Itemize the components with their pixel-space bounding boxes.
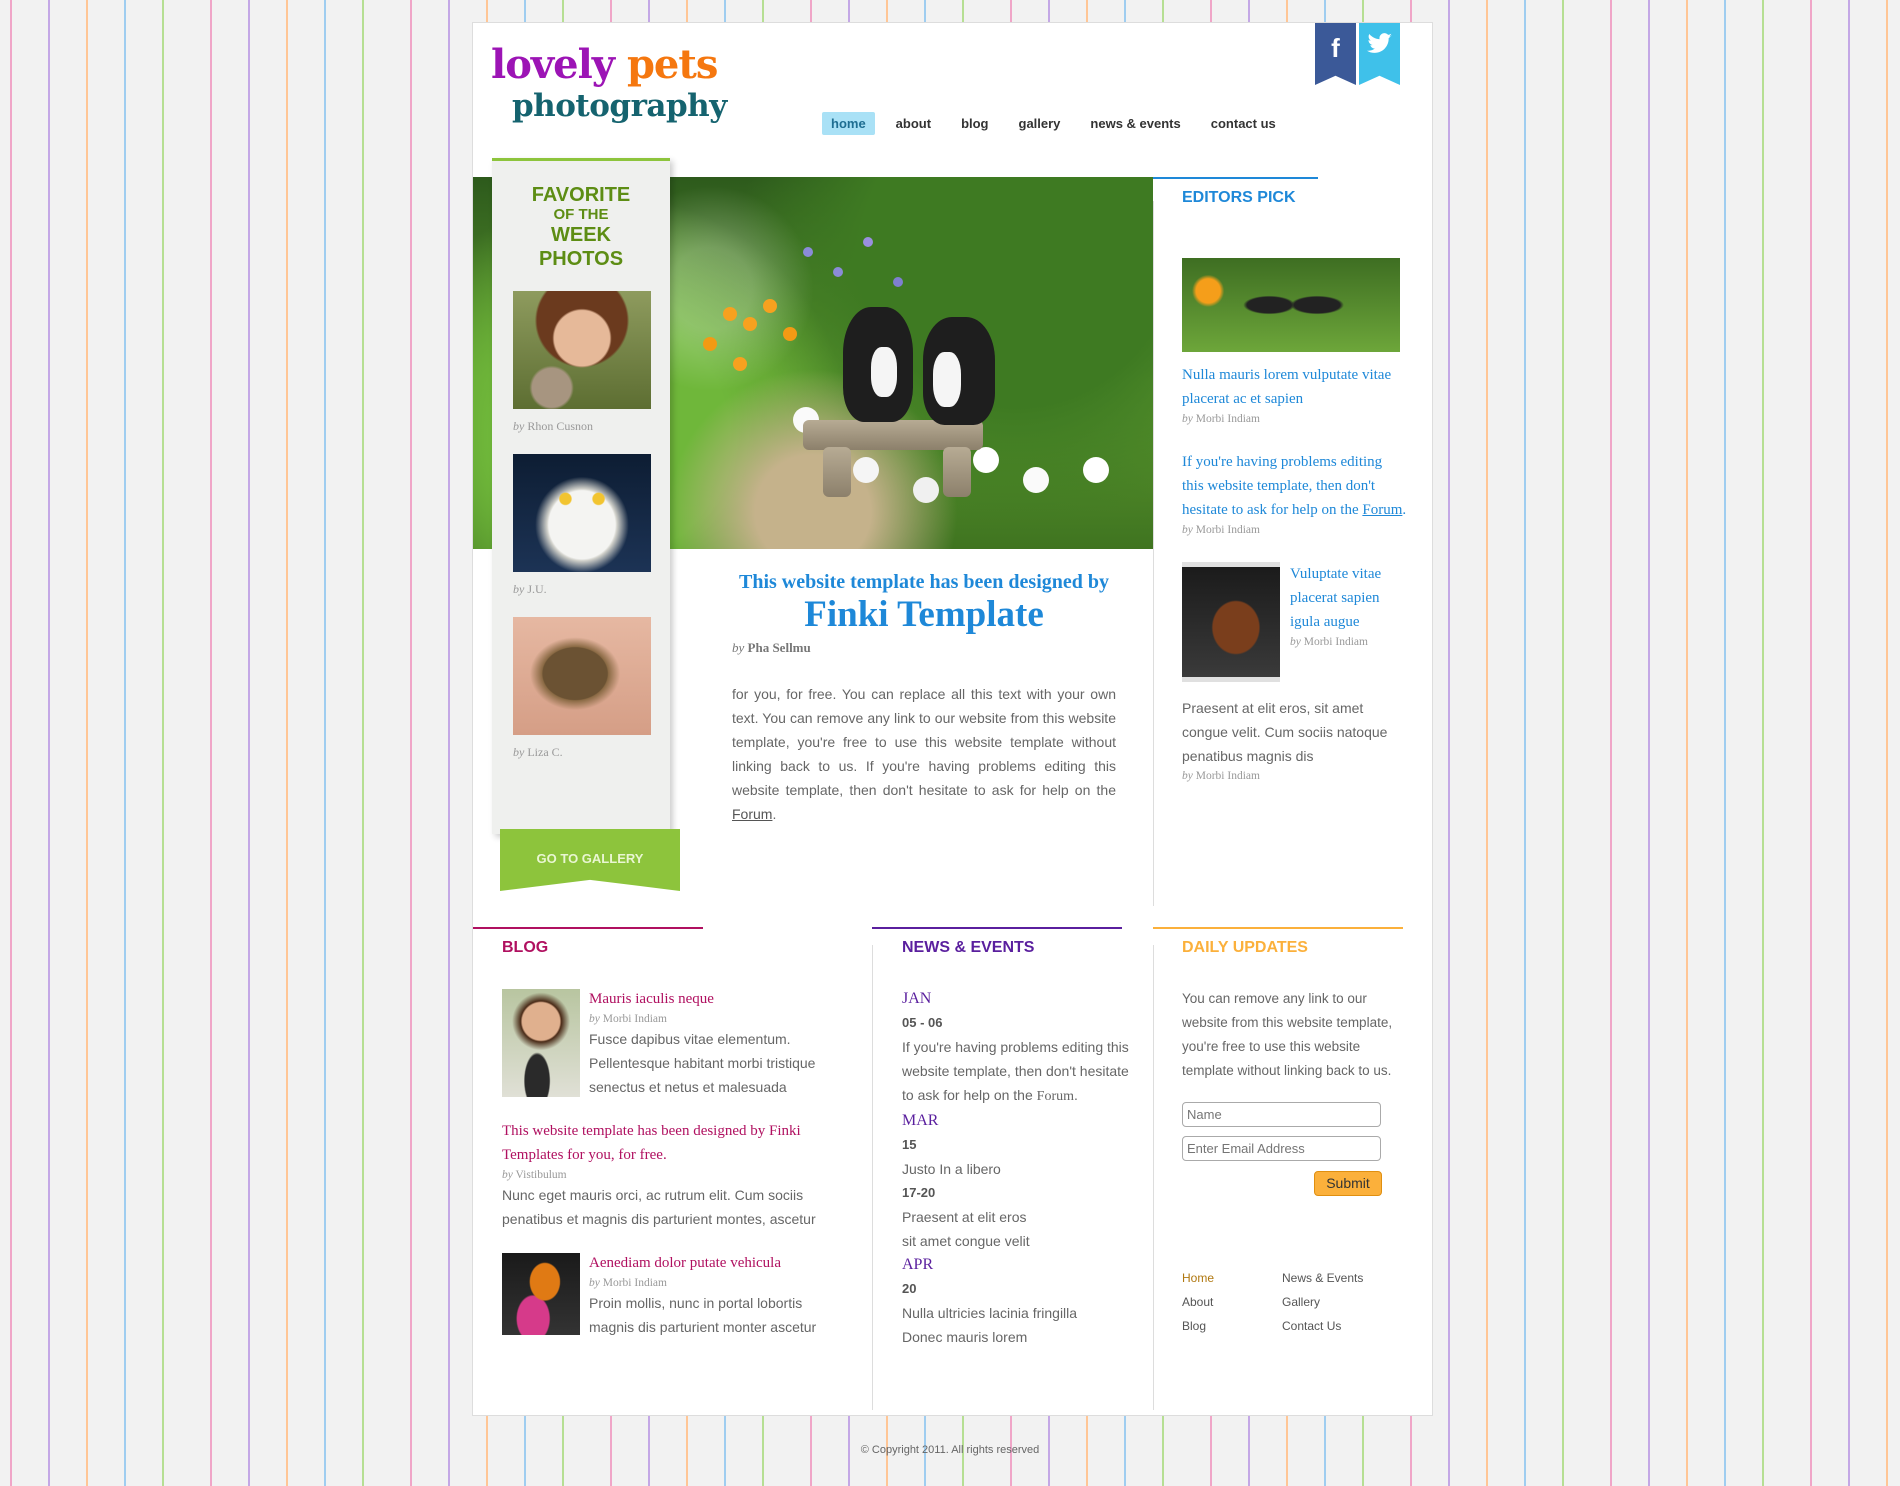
- blog-column: Mauris iaculis neque by Morbi Indiam Fus…: [502, 971, 822, 1339]
- footer-link-home[interactable]: Home: [1182, 1271, 1282, 1285]
- editors-pick-photo-horse[interactable]: [1182, 562, 1280, 682]
- blog-post-byline-2: by Vistibulum: [502, 1169, 567, 1181]
- news-month: MAR: [902, 1112, 939, 1129]
- news-date: 15: [902, 1137, 917, 1152]
- editors-pick-byline-2: by Morbi Indiam: [1182, 524, 1260, 536]
- twitter-link[interactable]: [1359, 23, 1400, 85]
- news-text: Justo In a libero: [902, 1161, 1001, 1177]
- editors-pick-byline-4: by Morbi Indiam: [1182, 770, 1260, 782]
- divider: [872, 945, 873, 1410]
- blog-photo-boy-camera[interactable]: [502, 989, 580, 1097]
- blog-post-title-2[interactable]: This website template has been designed …: [502, 1119, 822, 1167]
- dog-left: [843, 307, 913, 422]
- article-title-line1: This website template has been designed …: [738, 571, 1110, 593]
- favorite-credit-3: by Liza C.: [513, 745, 563, 759]
- dog-right: [923, 317, 995, 425]
- daily-rule: [1153, 927, 1403, 929]
- blog-post-byline-1: by Morbi Indiam: [589, 1013, 667, 1025]
- footer-link-news-events[interactable]: News & Events: [1282, 1271, 1402, 1285]
- blog-post-text-1: Fusce dapibus vitae elementum. Pellentes…: [589, 1031, 816, 1095]
- blog-post: Mauris iaculis neque by Morbi Indiam Fus…: [502, 987, 822, 1099]
- go-to-gallery-button[interactable]: GO TO GALLERY: [500, 829, 680, 891]
- blog-post-text-3: Proin mollis, nunc in portal lobortis ma…: [589, 1295, 817, 1335]
- logo-word-pets: pets: [626, 41, 718, 88]
- news-date: 20: [902, 1281, 917, 1296]
- news-text: Donec mauris lorem: [902, 1329, 1028, 1345]
- editors-pick-photo-dogs[interactable]: [1182, 258, 1400, 352]
- favorites-title: FAVORITE OF THE WEEK PHOTOS: [531, 184, 631, 270]
- news-rule: [872, 927, 1122, 929]
- email-input[interactable]: [1182, 1136, 1381, 1161]
- facebook-icon: f: [1315, 23, 1356, 85]
- editors-pick-rule: [1153, 177, 1318, 179]
- editors-pick-text-2: If you're having problems editing this w…: [1182, 454, 1407, 518]
- footer-links: Home News & Events About Gallery Blog Co…: [1182, 1271, 1407, 1333]
- facebook-link[interactable]: f: [1315, 23, 1356, 85]
- daily-text: You can remove any link to our website f…: [1182, 991, 1393, 1078]
- submit-button[interactable]: Submit: [1314, 1171, 1382, 1196]
- copyright: © Copyright 2011. All rights reserved: [860, 1444, 1040, 1456]
- article-title-line2: Finki Template: [804, 594, 1044, 635]
- logo-word-lovely: lovely: [491, 41, 615, 88]
- favorite-photo-tortoise[interactable]: [513, 617, 651, 735]
- favorite-photo-child-kitten[interactable]: [513, 291, 651, 409]
- editors-pick-forum-link[interactable]: Forum: [1362, 502, 1402, 518]
- footer-link-contact-us[interactable]: Contact Us: [1282, 1319, 1402, 1333]
- nav-gallery[interactable]: gallery: [1010, 112, 1070, 135]
- editors-pick-byline-3: by Morbi Indiam: [1290, 636, 1368, 648]
- favorites-panel: FAVORITE OF THE WEEK PHOTOS by Rhon Cusn…: [492, 158, 670, 834]
- news-forum-link[interactable]: Forum: [1037, 1089, 1074, 1104]
- article-byline: by Pha Sellmu: [732, 640, 811, 655]
- blog-post: Aenediam dolor putate vehicula by Morbi …: [502, 1251, 822, 1339]
- blog-post-byline-3: by Morbi Indiam: [589, 1277, 667, 1289]
- nav-news-events[interactable]: news & events: [1081, 112, 1189, 135]
- daily-updates-column: You can remove any link to our website f…: [1182, 971, 1407, 1196]
- article-forum-link[interactable]: Forum: [732, 806, 772, 822]
- news-text: Praesent at elit eros: [902, 1209, 1027, 1225]
- divider: [1153, 201, 1154, 906]
- footer-link-gallery[interactable]: Gallery: [1282, 1295, 1402, 1309]
- main-nav: home about blog gallery news & events co…: [822, 112, 1297, 135]
- favorite-credit-1: by Rhon Cusnon: [513, 419, 594, 433]
- news-text: Nulla ultricies lacinia fringilla: [902, 1305, 1078, 1321]
- nav-blog[interactable]: blog: [952, 112, 997, 135]
- news-month: APR: [902, 1256, 934, 1273]
- news-date: 05 - 06: [902, 1015, 943, 1030]
- editors-pick-list: Nulla mauris lorem vulputate vitae place…: [1182, 201, 1407, 784]
- news-date: 17-20: [902, 1185, 936, 1200]
- name-input[interactable]: [1182, 1102, 1381, 1127]
- editors-pick-link-3[interactable]: Vuluptate vitae placerat sapien igula au…: [1290, 562, 1407, 634]
- blog-post-title-1[interactable]: Mauris iaculis neque: [589, 987, 822, 1011]
- twitter-icon: [1366, 33, 1392, 53]
- blog-post-text-2: Nunc eget mauris orci, ac rutrum elit. C…: [502, 1187, 816, 1227]
- news-text: sit amet congue velit: [902, 1233, 1030, 1249]
- editors-pick-byline-1: by Morbi Indiam: [1182, 413, 1260, 425]
- news-heading: NEWS & EVENTS: [902, 939, 1035, 956]
- daily-heading: DAILY UPDATES: [1182, 939, 1308, 956]
- favorite-photo-owl[interactable]: [513, 454, 651, 572]
- page-container: lovely pets photography f home about blo…: [472, 22, 1433, 1416]
- blog-rule: [473, 927, 703, 929]
- footer-link-about[interactable]: About: [1182, 1295, 1282, 1309]
- news-text: If you're having problems editing this w…: [902, 1039, 1129, 1104]
- footer-link-blog[interactable]: Blog: [1182, 1319, 1282, 1333]
- editors-pick-link-1[interactable]: Nulla mauris lorem vulputate vitae place…: [1182, 363, 1407, 411]
- news-month: JAN: [902, 990, 932, 1007]
- nav-contact-us[interactable]: contact us: [1202, 112, 1285, 135]
- blog-photo-butterfly[interactable]: [502, 1253, 580, 1335]
- logo-word-photography: photography: [512, 88, 727, 124]
- favorite-credit-2: by J.U.: [513, 582, 547, 596]
- site-logo[interactable]: lovely pets photography: [491, 45, 727, 122]
- blog-post-title-3[interactable]: Aenediam dolor putate vehicula: [589, 1251, 822, 1275]
- featured-article: This website template has been designed …: [732, 571, 1116, 826]
- nav-about[interactable]: about: [887, 112, 940, 135]
- nav-home[interactable]: home: [822, 112, 875, 135]
- news-column: JAN 05 - 06 If you're having problems ed…: [902, 971, 1142, 1349]
- editors-pick-text-4: Praesent at elit eros, sit amet congue v…: [1182, 700, 1388, 764]
- article-body: for you, for free. You can replace all t…: [732, 686, 1116, 822]
- divider: [1153, 945, 1154, 1410]
- blog-heading: BLOG: [502, 939, 549, 956]
